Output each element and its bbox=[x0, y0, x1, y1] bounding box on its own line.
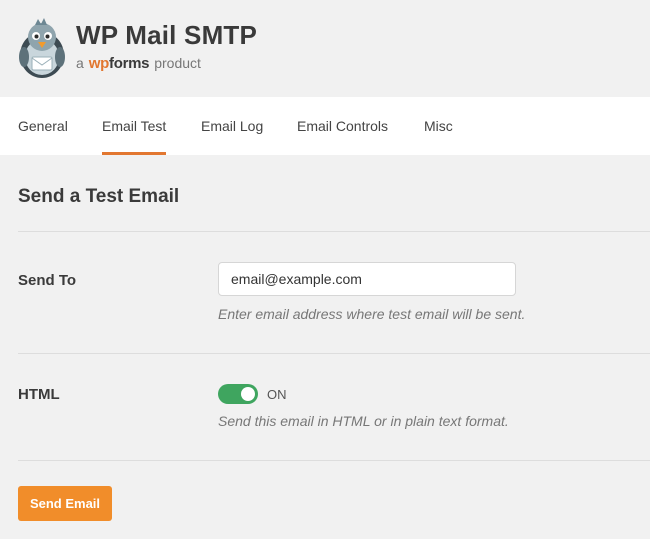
send-email-button[interactable]: Send Email bbox=[18, 486, 112, 521]
app-title: WP Mail SMTP bbox=[76, 20, 258, 50]
html-toggle-state: ON bbox=[267, 387, 287, 402]
tagline-prefix: a bbox=[76, 55, 84, 71]
wpforms-brand-rest: forms bbox=[109, 55, 150, 72]
html-label: HTML bbox=[18, 386, 60, 403]
divider bbox=[18, 460, 650, 461]
html-toggle[interactable] bbox=[218, 384, 258, 404]
divider bbox=[18, 353, 650, 354]
pigeon-logo-icon bbox=[18, 17, 66, 79]
header: WP Mail SMTP a wpforms product bbox=[0, 0, 650, 97]
toggle-knob bbox=[241, 387, 255, 401]
tab-email-controls[interactable]: Email Controls bbox=[297, 97, 388, 155]
tab-email-test[interactable]: Email Test bbox=[102, 97, 167, 155]
html-hint: Send this email in HTML or in plain text… bbox=[218, 413, 509, 429]
tagline-suffix: product bbox=[154, 55, 201, 71]
tab-email-log[interactable]: Email Log bbox=[201, 97, 263, 155]
section-title: Send a Test Email bbox=[18, 186, 180, 207]
send-to-hint: Enter email address where test email wil… bbox=[218, 306, 526, 322]
tagline: a wpforms product bbox=[76, 55, 201, 72]
send-to-label: Send To bbox=[18, 272, 77, 289]
wpforms-brand[interactable]: wpforms bbox=[88, 55, 150, 72]
tab-general[interactable]: General bbox=[18, 97, 68, 155]
wpforms-brand-accent: wp bbox=[88, 55, 110, 72]
tab-bar: General Email Test Email Log Email Contr… bbox=[0, 97, 650, 155]
tab-misc[interactable]: Misc bbox=[424, 97, 453, 155]
send-to-email-input[interactable] bbox=[218, 262, 516, 296]
divider bbox=[18, 231, 650, 232]
